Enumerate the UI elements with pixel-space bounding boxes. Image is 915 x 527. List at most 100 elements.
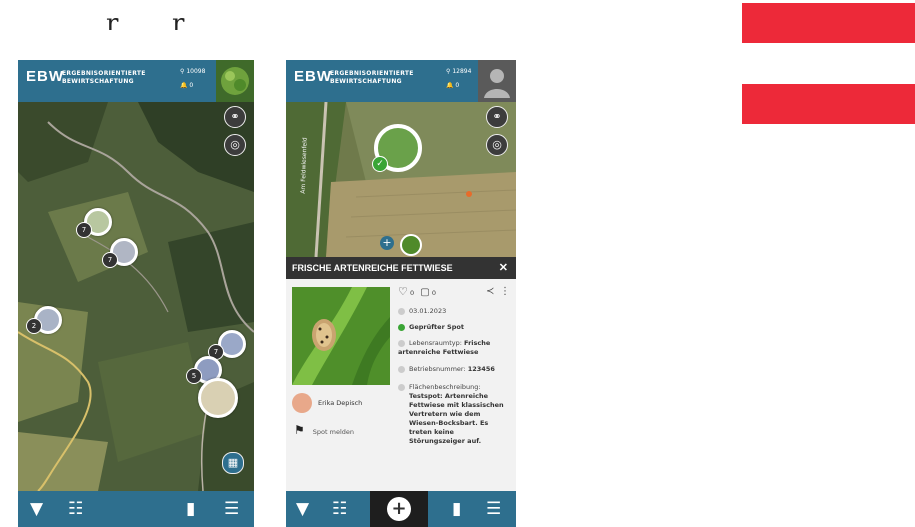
svg-text:r: r: [106, 9, 156, 30]
farm-value: 123456: [467, 365, 495, 373]
satellite-map: [18, 102, 254, 492]
selected-spot-marker[interactable]: ✓: [372, 124, 422, 172]
spot-date: 03.01.2023: [409, 307, 447, 315]
austria-flag: [742, 3, 915, 124]
user-avatar[interactable]: [216, 60, 254, 102]
map-view[interactable]: Am Feldwiesenfeld ⚭ ◎ ✓ +: [286, 101, 516, 258]
description-label: Flächenbeschreibung:: [409, 383, 481, 391]
flag-stripe-middle: [742, 43, 915, 84]
more-icon[interactable]: ⋮: [500, 287, 510, 297]
filter-icon[interactable]: ▼: [296, 499, 309, 519]
points-stat[interactable]: ⚲ 10098: [180, 65, 205, 79]
spot-thumbnail-marker[interactable]: [400, 234, 422, 256]
check-icon: ✓: [372, 156, 388, 172]
check-icon: [398, 323, 405, 331]
points-value: 12894: [452, 68, 472, 75]
app-logo-subtitle: ERGEBNISORIENTIERTE BEWIRTSCHAFTUNG: [330, 70, 414, 86]
comments-count: 0: [431, 289, 436, 297]
locate-icon[interactable]: ◎: [486, 134, 508, 156]
trophy-icon: ⚲: [180, 68, 185, 75]
locate-icon[interactable]: ◎: [224, 134, 246, 156]
app-header: EBW ERGEBNISORIENTIERTE BEWIRTSCHAFTUNG …: [18, 60, 254, 102]
butterfly-photo: [292, 287, 390, 385]
flag-icon: ⚑: [294, 423, 305, 437]
close-icon[interactable]: ✕: [499, 257, 508, 279]
header-stats: ⚲ 12894 🔔 0: [446, 65, 471, 93]
flag-stripe-bottom: [742, 83, 915, 124]
bell-icon: 🔔: [446, 82, 454, 89]
bell-icon: 🔔: [180, 82, 188, 89]
bottom-navigation: ▼ ☷ + ▮ ☰: [286, 491, 516, 527]
logo-subtitle-line2: BEWIRTSCHAFTUNG: [62, 78, 134, 85]
folder-icon: [398, 339, 405, 347]
chart-icon[interactable]: ▮: [452, 499, 461, 519]
points-value: 10098: [186, 68, 206, 75]
keyboard-icon[interactable]: ▦: [222, 452, 244, 474]
trophy-icon: ⚲: [446, 68, 451, 75]
logo-subtitle-line1: ERGEBNISORIENTIERTE: [330, 70, 414, 77]
report-spot-link[interactable]: ⚑ Spot melden: [294, 423, 354, 439]
map-cluster-photo[interactable]: [198, 378, 238, 418]
spot-date-row: 03.01.2023: [398, 307, 508, 316]
verified-label: Geprüfter Spot: [409, 323, 464, 331]
binoculars-icon[interactable]: ⚭: [486, 106, 508, 128]
svg-text:r: r: [172, 9, 208, 30]
spot-description-row: Flächenbeschreibung: Testspot: Artenreic…: [398, 383, 508, 446]
cropped-heading-fragment: r r: [88, 0, 208, 30]
likes-count: 0: [409, 289, 415, 297]
list-icon[interactable]: ☷: [68, 499, 83, 519]
avatar-plant-image: [216, 60, 254, 102]
calendar-icon: [398, 307, 405, 315]
notifications-stat[interactable]: 🔔 0: [180, 79, 205, 93]
info-icon: [398, 383, 405, 391]
cluster-count: 7: [76, 222, 92, 238]
add-location-icon[interactable]: +: [380, 236, 394, 250]
heart-icon[interactable]: ♡: [398, 285, 408, 298]
cluster-count: 5: [186, 368, 202, 384]
avatar-placeholder-icon: [484, 69, 510, 98]
farm-label: Betriebsnummer:: [409, 365, 466, 373]
description-value: Testspot: Artenreiche Fettwiese mit klas…: [409, 392, 504, 445]
phone-screen-map: EBW ERGEBNISORIENTIERTE BEWIRTSCHAFTUNG …: [18, 60, 254, 527]
filter-icon[interactable]: ▼: [30, 499, 43, 519]
add-spot-area: +: [370, 491, 428, 527]
notifications-stat[interactable]: 🔔 0: [446, 79, 471, 93]
flag-stripe-top: [742, 3, 915, 44]
comment-icon[interactable]: ▢: [420, 287, 429, 298]
spot-actions: ♡ 0 ▢ 0 ≺ ⋮: [398, 285, 510, 298]
bottom-navigation: ▼ ☷ ▮ ☰: [18, 491, 254, 527]
user-avatar[interactable]: [478, 60, 516, 102]
notifications-value: 0: [189, 82, 194, 89]
share-icon[interactable]: ≺: [486, 287, 494, 297]
binoculars-icon[interactable]: ⚭: [224, 106, 246, 128]
author-name: Erika Depisch: [318, 399, 363, 407]
notifications-value: 0: [455, 82, 460, 89]
app-header: EBW ERGEBNISORIENTIERTE BEWIRTSCHAFTUNG …: [286, 60, 516, 102]
menu-icon[interactable]: ☰: [486, 499, 501, 519]
spot-verified-row: Geprüfter Spot: [398, 323, 508, 332]
spot-photo[interactable]: [292, 287, 390, 385]
cluster-count: 2: [26, 318, 42, 334]
list-icon[interactable]: ☷: [332, 499, 347, 519]
plus-icon[interactable]: +: [387, 497, 411, 521]
app-logo[interactable]: EBW: [294, 68, 332, 85]
spot-habitat-row: Lebensraumtyp: Frische artenreiche Fettw…: [398, 339, 508, 357]
app-logo[interactable]: EBW: [26, 68, 64, 85]
spot-farm-row: Betriebsnummer: 123456: [398, 365, 508, 374]
points-stat[interactable]: ⚲ 12894: [446, 65, 471, 79]
habitat-label: Lebensraumtyp:: [409, 339, 462, 347]
spot-detail-panel: ♡ 0 ▢ 0 ≺ ⋮ 03.01.2023 Geprüfter Spot Le…: [286, 279, 516, 491]
logo-subtitle-line2: BEWIRTSCHAFTUNG: [330, 78, 402, 85]
menu-icon[interactable]: ☰: [224, 499, 239, 519]
logo-subtitle-line1: ERGEBNISORIENTIERTE: [62, 70, 146, 77]
author-avatar: [292, 393, 312, 413]
chart-icon[interactable]: ▮: [186, 499, 195, 519]
map-view[interactable]: ⚭ ◎ 7 7 2 7 5 ▦: [18, 102, 254, 492]
report-label: Spot melden: [312, 428, 354, 436]
cluster-count: 7: [102, 252, 118, 268]
spot-title-bar: FRISCHE ARTENREICHE FETTWIESE ✕: [286, 257, 516, 279]
phone-screen-spot-detail: EBW ERGEBNISORIENTIERTE BEWIRTSCHAFTUNG …: [286, 60, 516, 527]
info-icon: [398, 365, 405, 373]
header-stats: ⚲ 10098 🔔 0: [180, 65, 205, 93]
author-row[interactable]: Erika Depisch: [292, 393, 362, 413]
